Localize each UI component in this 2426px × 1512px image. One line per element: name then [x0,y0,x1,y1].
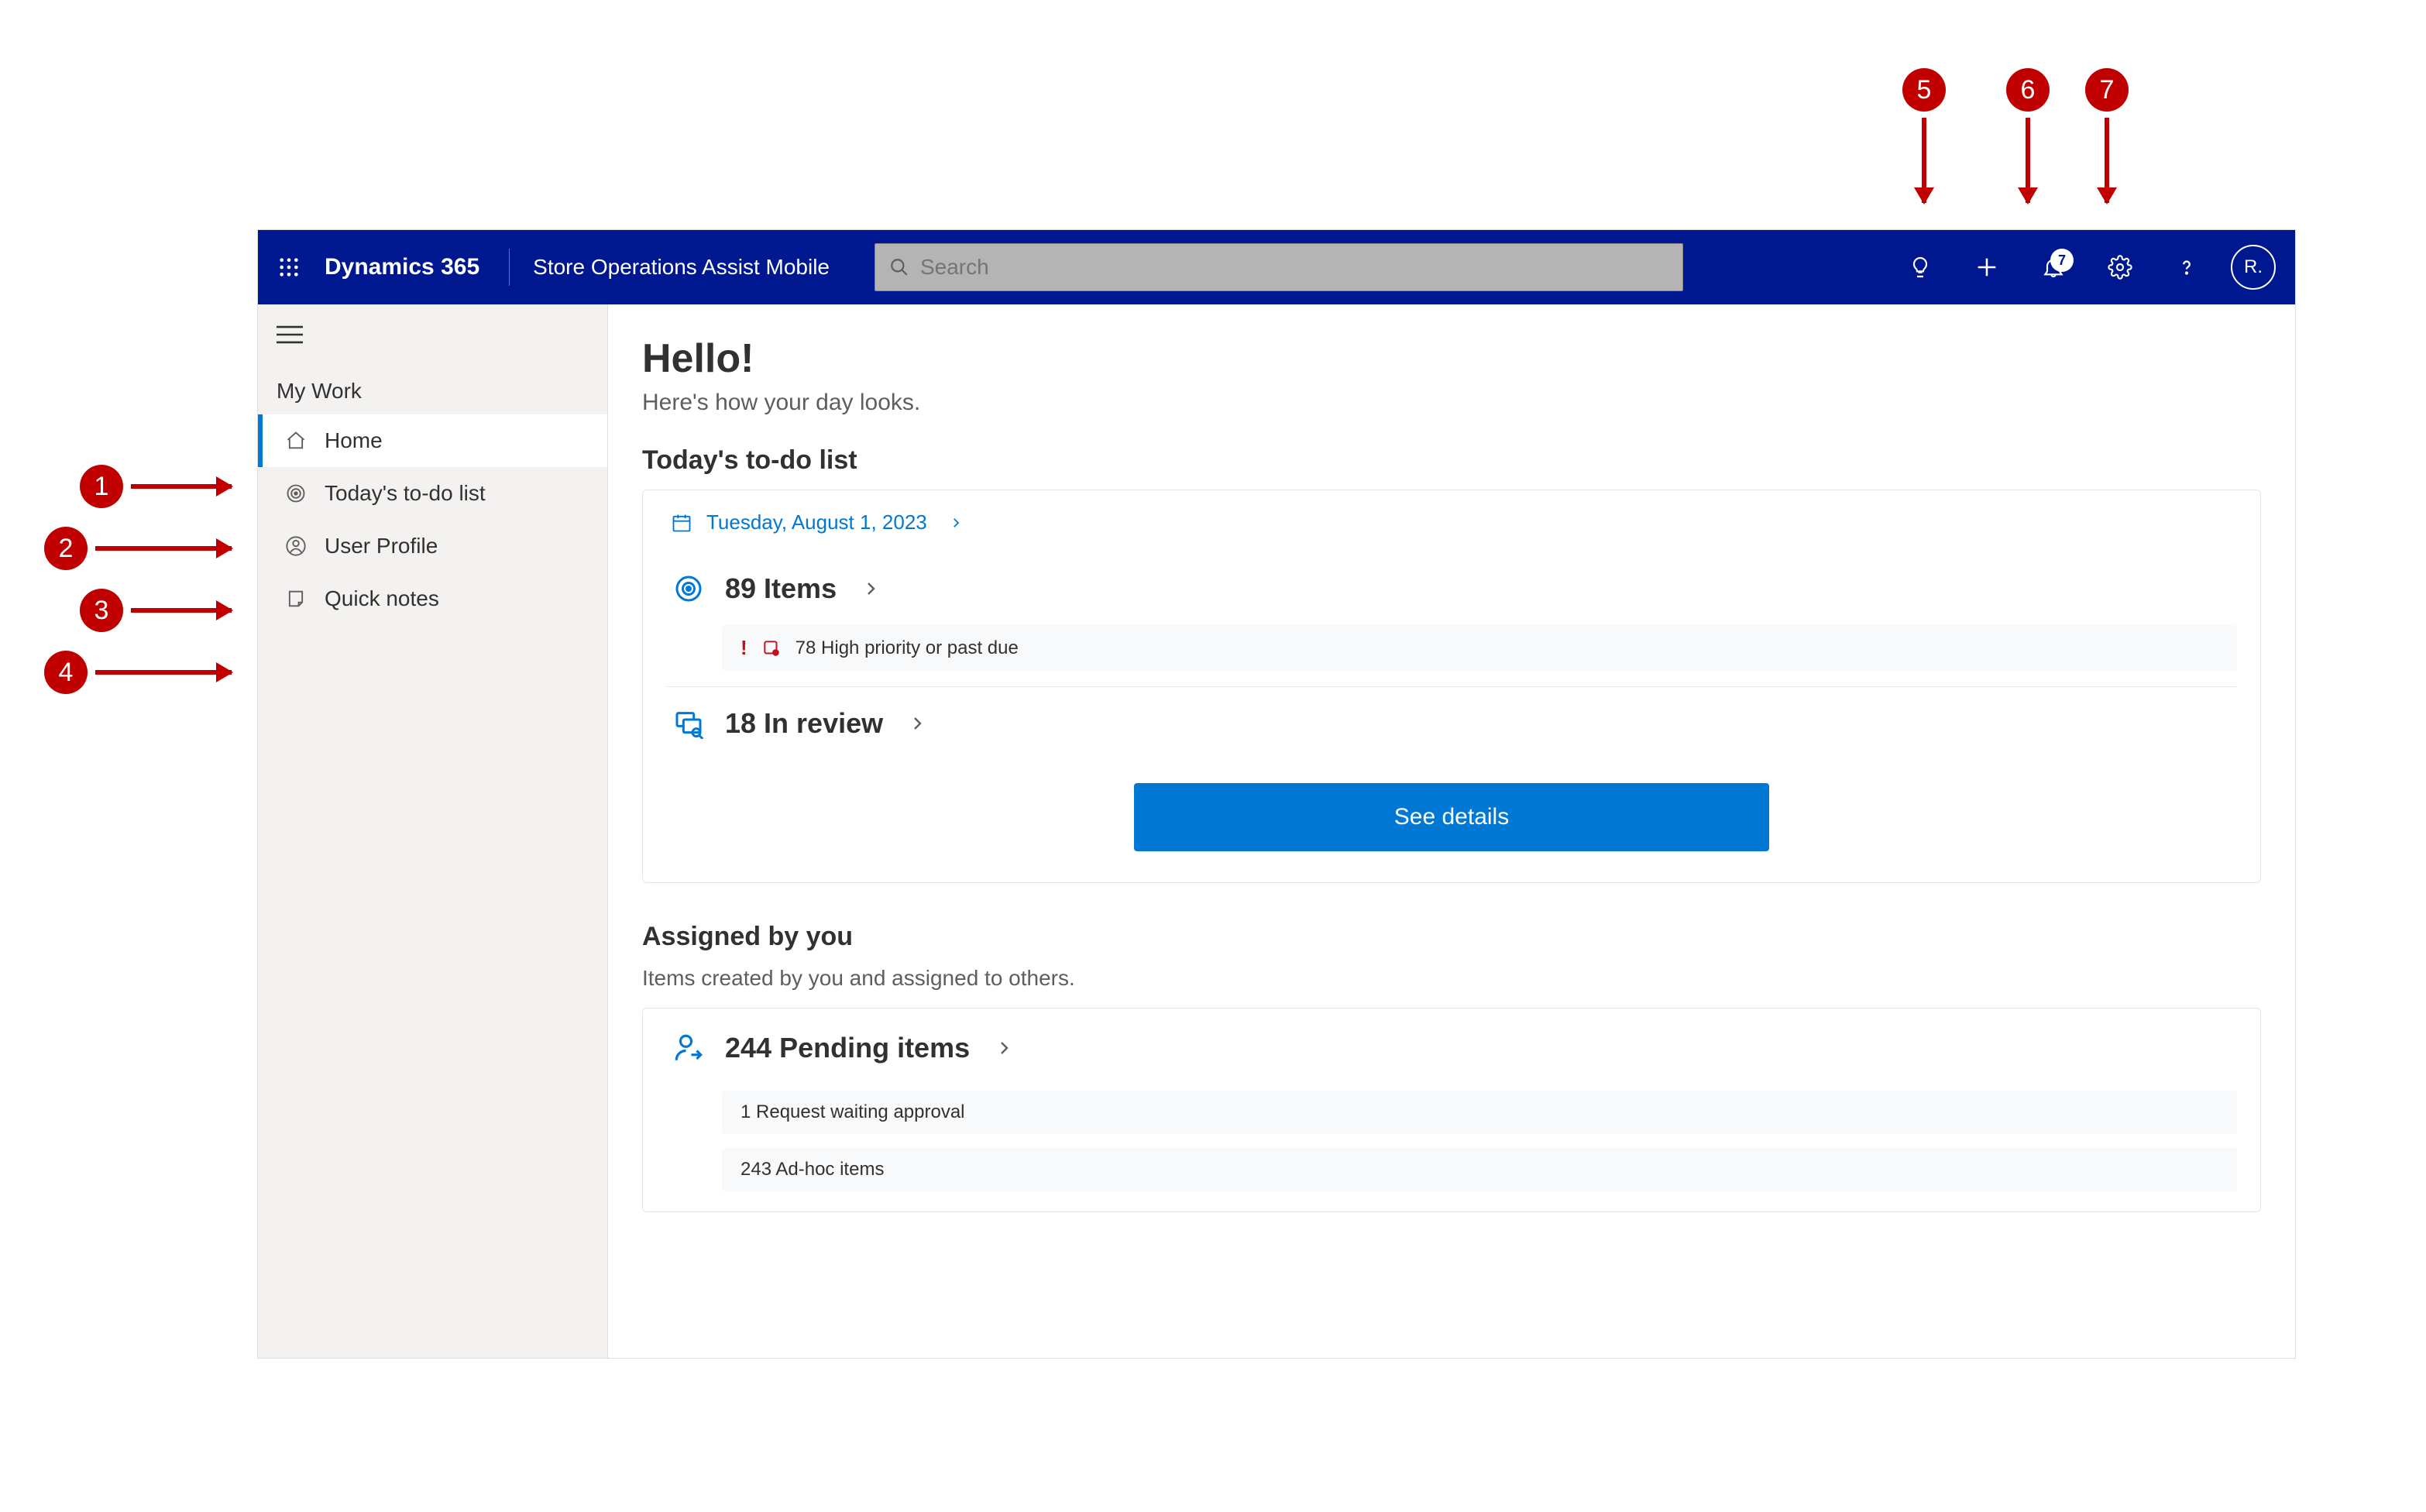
todo-card: Tuesday, August 1, 2023 89 Items ! [642,490,2261,883]
home-icon [283,430,309,452]
sidebar-section-label: My Work [258,357,607,414]
user-icon [283,535,309,557]
help-icon[interactable] [2160,241,2213,294]
bell-icon[interactable]: 7 [2027,241,2080,294]
target-icon [671,573,706,604]
review-icon [671,708,706,739]
callout-badge-4: 4 [44,651,88,694]
assigned-desc: Items created by you and assigned to oth… [642,966,2261,991]
see-details-button[interactable]: See details [1134,783,1769,851]
review-label: 18 In review [725,707,883,740]
search-field[interactable] [920,255,1668,280]
hamburger-icon[interactable] [258,312,607,357]
callout-badge-6: 6 [2006,68,2050,112]
callout-arrow [1922,118,1926,203]
sidebar-item-todo[interactable]: Today's to-do list [258,467,607,520]
greeting-title: Hello! [642,335,2261,382]
assigned-subrow-1: 1 Request waiting approval [722,1091,2237,1134]
priority-label: 78 High priority or past due [795,637,1019,659]
callout-arrow [2105,118,2109,203]
target-icon [283,483,309,504]
chevron-right-icon [908,714,926,733]
callout-arrow [2026,118,2030,203]
assigned-subrow-2-label: 243 Ad-hoc items [741,1159,884,1180]
sidebar-item-profile[interactable]: User Profile [258,520,607,572]
callout-badge-3: 3 [80,589,123,632]
chevron-right-icon [995,1039,1013,1057]
lightbulb-icon[interactable] [1894,241,1947,294]
brand-divider [509,249,510,286]
sidebar-item-label: Home [325,428,383,453]
items-row[interactable]: 89 Items [666,552,2237,625]
assigned-subrow-1-label: 1 Request waiting approval [741,1101,965,1123]
main-content: Hello! Here's how your day looks. Today'… [608,304,2295,1358]
callout-badge-2: 2 [44,527,88,570]
assigned-heading: Assigned by you [642,922,2261,952]
gear-icon[interactable] [2094,241,2146,294]
chevron-right-icon [949,516,963,530]
sidebar-item-label: Today's to-do list [325,481,486,506]
avatar-initials: R. [2231,245,2276,290]
app-launcher-icon[interactable] [273,252,304,283]
assigned-subrow-2: 243 Ad-hoc items [722,1148,2237,1191]
callout-arrow [95,670,232,675]
callout-badge-7: 7 [2085,68,2129,112]
avatar-button[interactable]: R. [2227,241,2280,294]
plus-icon[interactable] [1960,241,2013,294]
date-selector[interactable]: Tuesday, August 1, 2023 [666,510,2237,552]
callout-arrow [131,484,232,489]
callout-badge-1: 1 [80,465,123,508]
todo-heading: Today's to-do list [642,445,2261,476]
callout-badge-5: 5 [1902,68,1946,112]
sidebar-item-label: User Profile [325,534,438,558]
pending-label: 244 Pending items [725,1032,970,1064]
search-icon [889,257,909,277]
sidebar: My Work Home Today's to-do list User Pro… [258,304,608,1358]
chevron-right-icon [861,579,880,598]
flag-icon [761,638,782,658]
assigned-card: 244 Pending items 1 Request waiting appr… [642,1008,2261,1212]
header-bar: Dynamics 365 Store Operations Assist Mob… [258,230,2295,304]
items-label: 89 Items [725,572,837,605]
review-row[interactable]: 18 In review [666,686,2237,760]
date-label: Tuesday, August 1, 2023 [706,510,927,534]
sidebar-item-notes[interactable]: Quick notes [258,572,607,625]
search-input[interactable] [875,243,1683,291]
greeting-subtitle: Here's how your day looks. [642,390,2261,416]
brand-label: Dynamics 365 [318,254,495,280]
sidebar-item-home[interactable]: Home [258,414,607,467]
notification-count: 7 [2050,249,2074,272]
note-icon [283,588,309,610]
app-name-label: Store Operations Assist Mobile [524,255,830,280]
calendar-icon [671,512,692,534]
alert-icon: ! [741,636,747,660]
sidebar-item-label: Quick notes [325,586,439,611]
callout-arrow [95,546,232,551]
person-arrow-icon [671,1032,706,1064]
callout-arrow [131,608,232,613]
priority-row: ! 78 High priority or past due [722,625,2237,671]
app-window: Dynamics 365 Store Operations Assist Mob… [257,229,2296,1359]
pending-row[interactable]: 244 Pending items [666,1029,2237,1084]
